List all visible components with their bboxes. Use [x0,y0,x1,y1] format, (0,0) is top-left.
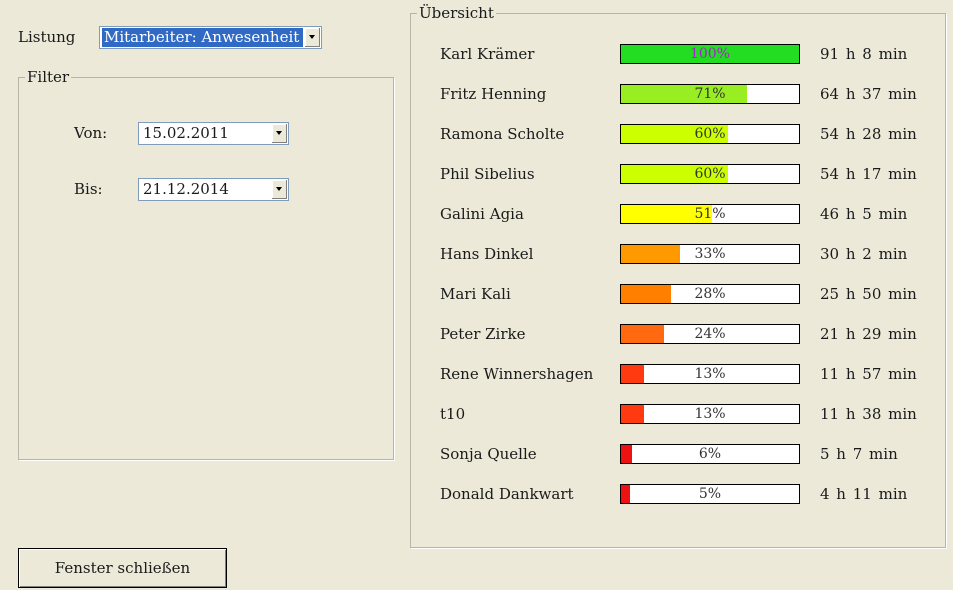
attendance-percent: 60% [694,126,726,142]
attendance-percent: 60% [694,166,726,182]
attendance-time: 46 h 5 min [820,205,908,223]
list-item: t10 13% 11 h 38 min [0,404,953,426]
attendance-time: 30 h 2 min [820,245,908,263]
list-item: Karl Krämer 100% 91 h 8 min [0,44,953,66]
attendance-percent: 5% [698,486,722,502]
list-item: Donald Dankwart 5% 4 h 11 min [0,484,953,506]
attendance-time: 4 h 11 min [820,485,908,503]
attendance-percent: 24% [694,326,726,342]
list-item: Ramona Scholte 60% 54 h 28 min [0,124,953,146]
attendance-time: 11 h 38 min [820,405,917,423]
close-window-button[interactable]: Fenster schließen [18,548,227,588]
employee-name: Donald Dankwart [440,485,574,503]
attendance-bar: 13% [620,404,800,424]
employee-name: Galini Agia [440,205,524,223]
employee-name: Ramona Scholte [440,125,565,143]
employee-name: Sonja Quelle [440,445,537,463]
employee-name: Rene Winnershagen [440,365,594,383]
employee-name: Fritz Henning [440,85,547,103]
attendance-bar: 100% [620,44,800,64]
list-item: Fritz Henning 71% 64 h 37 min [0,84,953,106]
attendance-time: 5 h 7 min [820,445,898,463]
attendance-time: 54 h 17 min [820,165,917,183]
attendance-time: 54 h 28 min [820,125,917,143]
attendance-time: 64 h 37 min [820,85,917,103]
attendance-time: 91 h 8 min [820,45,908,63]
attendance-percent: 71% [694,86,726,102]
attendance-bar: 28% [620,284,800,304]
attendance-time: 25 h 50 min [820,285,917,303]
attendance-bar: 24% [620,324,800,344]
attendance-bar: 6% [620,444,800,464]
list-item: Galini Agia 51% 46 h 5 min [0,204,953,226]
attendance-bar: 13% [620,364,800,384]
attendance-percent: 28% [694,286,726,302]
employee-name: t10 [440,405,466,423]
list-item: Phil Sibelius 60% 54 h 17 min [0,164,953,186]
employee-name: Hans Dinkel [440,245,534,263]
employee-name: Mari Kali [440,285,511,303]
attendance-percent: 13% [694,366,726,382]
attendance-percent: 51% [694,206,726,222]
list-item: Peter Zirke 24% 21 h 29 min [0,324,953,346]
attendance-percent: 100% [689,46,731,62]
list-item: Hans Dinkel 33% 30 h 2 min [0,244,953,266]
attendance-bar: 60% [620,124,800,144]
attendance-bar: 5% [620,484,800,504]
attendance-bar: 33% [620,244,800,264]
attendance-percent: 13% [694,406,726,422]
attendance-time: 11 h 57 min [820,365,917,383]
attendance-percent: 6% [698,446,722,462]
employee-name: Karl Krämer [440,45,535,63]
list-item: Sonja Quelle 6% 5 h 7 min [0,444,953,466]
attendance-bar: 71% [620,84,800,104]
employee-name: Peter Zirke [440,325,526,343]
employee-name: Phil Sibelius [440,165,535,183]
list-item: Mari Kali 28% 25 h 50 min [0,284,953,306]
overview-legend: Übersicht [419,4,494,22]
attendance-bar: 60% [620,164,800,184]
attendance-percent: 33% [694,246,726,262]
attendance-time: 21 h 29 min [820,325,917,343]
attendance-bar: 51% [620,204,800,224]
list-item: Rene Winnershagen 13% 11 h 57 min [0,364,953,386]
